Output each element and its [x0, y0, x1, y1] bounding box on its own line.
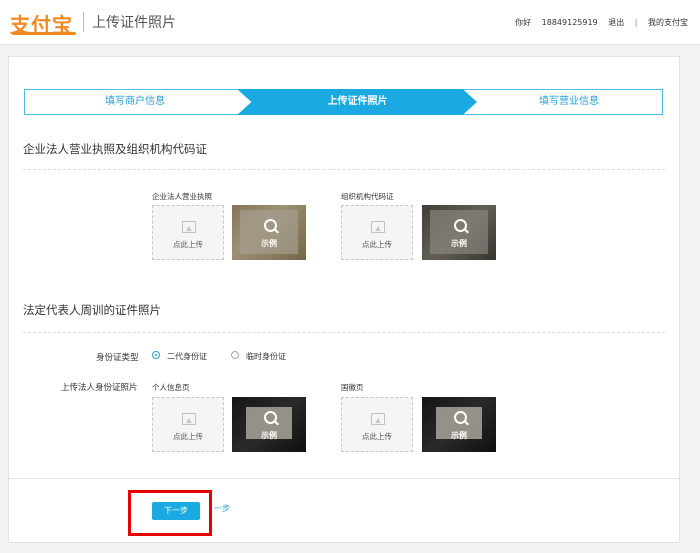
next-step-button[interactable]: 下一步: [152, 502, 200, 520]
radio-temporary-id[interactable]: [231, 351, 239, 359]
header-divider: [83, 12, 84, 32]
next-step-suffix-text: 一步: [214, 504, 230, 513]
radio-second-gen-id[interactable]: [152, 351, 160, 359]
user-phone: 18849125919: [541, 18, 598, 27]
image-placeholder-icon: [371, 413, 385, 425]
radio-temporary-id-label[interactable]: 临时身份证: [246, 351, 286, 362]
user-bar-divider: |: [634, 18, 638, 27]
example-label: 示例: [261, 239, 277, 248]
radio-second-gen-id-label[interactable]: 二代身份证: [167, 351, 207, 362]
section-title-legal-rep: 法定代表人周训的证件照片: [23, 303, 161, 317]
logout-link[interactable]: 退出: [608, 18, 624, 27]
magnifier-icon: [264, 219, 277, 232]
step-fill-business-info: 填写营业信息: [539, 96, 599, 107]
upload-id-label: 上传法人身份证照片: [61, 383, 138, 393]
personal-info-example[interactable]: 示例: [232, 397, 306, 452]
image-placeholder-icon: [182, 221, 196, 233]
national-emblem-example[interactable]: 示例: [422, 397, 496, 452]
step-fill-merchant-info: 填写商户信息: [105, 96, 165, 107]
example-overlay: [232, 397, 306, 452]
example-overlay: [422, 397, 496, 452]
magnifier-icon: [454, 219, 467, 232]
footer-divider: [9, 478, 679, 479]
page-title: 上传证件照片: [92, 15, 176, 31]
example-overlay: [232, 205, 306, 260]
image-placeholder-icon: [182, 413, 196, 425]
business-license-label: 企业法人营业执照: [152, 192, 212, 201]
alipay-logo[interactable]: 支付宝: [10, 9, 76, 38]
magnifier-icon: [454, 411, 467, 424]
magnifier-icon: [264, 411, 277, 424]
upload-text: 点此上传: [173, 432, 203, 441]
my-alipay-link[interactable]: 我的支付宝: [648, 18, 688, 27]
upload-text: 点此上传: [362, 432, 392, 441]
example-label: 示例: [451, 431, 467, 440]
national-emblem-page-label: 国徽页: [341, 383, 364, 392]
section-divider: [23, 169, 665, 170]
personal-info-page-label: 个人信息页: [152, 383, 190, 392]
personal-info-upload[interactable]: 点此上传: [152, 397, 224, 452]
example-label: 示例: [261, 431, 277, 440]
example-overlay: [422, 205, 496, 260]
org-code-label: 组织机构代码证: [341, 192, 394, 201]
national-emblem-upload[interactable]: 点此上传: [341, 397, 413, 452]
main-card: 填写商户信息 上传证件照片 填写营业信息 企业法人营业执照及组织机构代码证 企业…: [8, 56, 680, 543]
step-progress: 填写商户信息 上传证件照片 填写营业信息: [24, 89, 663, 115]
org-code-example[interactable]: 示例: [422, 205, 496, 260]
step-upload-photos: 上传证件照片: [327, 96, 388, 107]
logo-swoosh: [12, 32, 76, 35]
user-bar: 你好 18849125919 退出 | 我的支付宝: [507, 17, 688, 28]
id-type-label: 身份证类型: [96, 353, 139, 363]
upload-text: 点此上传: [173, 240, 203, 249]
image-placeholder-icon: [371, 221, 385, 233]
section-divider: [23, 332, 665, 333]
upload-text: 点此上传: [362, 240, 392, 249]
business-license-example[interactable]: 示例: [232, 205, 306, 260]
section-title-license: 企业法人营业执照及组织机构代码证: [23, 142, 207, 156]
greeting-text: 你好: [515, 18, 532, 27]
example-label: 示例: [451, 239, 467, 248]
top-bar: 支付宝 上传证件照片 你好 18849125919 退出 | 我的支付宝: [0, 0, 700, 45]
business-license-upload[interactable]: 点此上传: [152, 205, 224, 260]
org-code-upload[interactable]: 点此上传: [341, 205, 413, 260]
